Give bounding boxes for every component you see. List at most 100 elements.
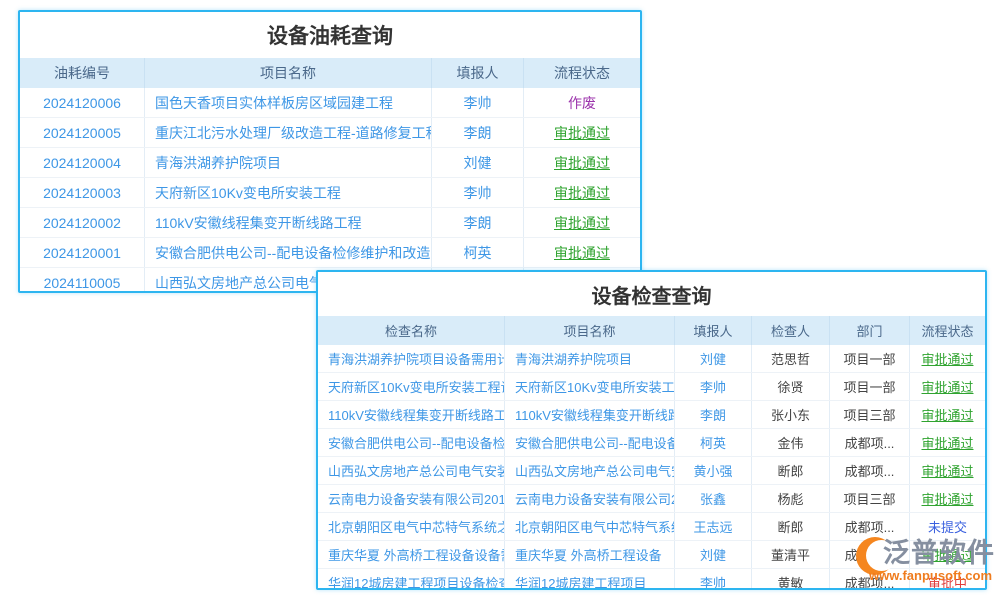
fanpu-website-url: www.fanpusoft.com (869, 568, 992, 583)
inspection-cell-project-link[interactable]: 安徽合肥供电公司--配电设备检修 (505, 429, 675, 456)
fuel-query-window: 设备油耗查询 油耗编号 项目名称 填报人 流程状态 2024120006 国色天… (18, 10, 642, 293)
inspection-cell-reporter: 刘健 (675, 345, 752, 372)
inspection-cell-reporter: 柯英 (675, 429, 752, 456)
inspection-cell-dept: 项目三部 (830, 401, 910, 428)
inspection-col-header-status: 流程状态 (910, 316, 985, 345)
inspection-cell-project-link[interactable]: 北京朝阳区电气中芯特气系统 (505, 513, 675, 540)
inspection-cell-dept: 成都项... (830, 457, 910, 484)
fuel-cell-reporter: 李朗 (432, 118, 524, 147)
fuel-cell-id[interactable]: 2024120001 (20, 238, 145, 267)
inspection-table-row: 110kV安徽线程集变开断线路工程设 110kV安徽线程集变开断线路工程 李朗 … (318, 401, 985, 429)
inspection-table-row: 安徽合肥供电公司--配电设备检修维 安徽合肥供电公司--配电设备检修 柯英 金伟… (318, 429, 985, 457)
fuel-cell-status[interactable]: 审批通过 (524, 148, 640, 177)
fuel-table-header: 油耗编号 项目名称 填报人 流程状态 (20, 58, 640, 88)
inspection-cell-reporter: 黄小强 (675, 457, 752, 484)
inspection-cell-dept: 项目一部 (830, 373, 910, 400)
inspection-cell-project-link[interactable]: 云南电力设备安装有限公司2019 (505, 485, 675, 512)
inspection-cell-inspector: 杨彪 (752, 485, 830, 512)
fuel-table-row: 2024120001 安徽合肥供电公司--配电设备检修维护和改造 柯英 审批通过 (20, 238, 640, 268)
inspection-cell-inspector: 断郎 (752, 457, 830, 484)
fuel-cell-status[interactable]: 作废 (524, 88, 640, 117)
inspection-cell-project-link[interactable]: 天府新区10Kv变电所安装工程 (505, 373, 675, 400)
fuel-cell-status[interactable]: 审批通过 (524, 208, 640, 237)
fuel-cell-reporter: 李帅 (432, 88, 524, 117)
inspection-table-row: 青海洪湖养护院项目设备需用计划 青海洪湖养护院项目 刘健 范思哲 项目一部 审批… (318, 345, 985, 373)
inspection-col-header-reporter: 填报人 (675, 316, 752, 345)
fuel-cell-status[interactable]: 审批通过 (524, 178, 640, 207)
inspection-cell-project-link[interactable]: 华润12城房建工程项目 (505, 569, 675, 590)
inspection-cell-inspector: 徐贤 (752, 373, 830, 400)
inspection-cell-status[interactable]: 审批通过 (910, 345, 985, 372)
fuel-table-row: 2024120003 天府新区10Kv变电所安装工程 李帅 审批通过 (20, 178, 640, 208)
fuel-cell-status[interactable]: 审批通过 (524, 118, 640, 147)
inspection-cell-name-link[interactable]: 天府新区10Kv变电所安装工程设备 (318, 373, 505, 400)
inspection-table-row: 天府新区10Kv变电所安装工程设备 天府新区10Kv变电所安装工程 李帅 徐贤 … (318, 373, 985, 401)
fuel-cell-id[interactable]: 2024120004 (20, 148, 145, 177)
fanpu-brand-text: 泛普软件 (883, 531, 995, 570)
fanpu-watermark: 泛普软件 www.fanpusoft.com (856, 528, 996, 590)
fuel-cell-project-link[interactable]: 安徽合肥供电公司--配电设备检修维护和改造 (145, 238, 432, 267)
inspection-cell-project-link[interactable]: 重庆华夏 外高桥工程设备 (505, 541, 675, 568)
fuel-cell-id[interactable]: 2024120005 (20, 118, 145, 147)
inspection-cell-name-link[interactable]: 华润12城房建工程项目设备检查2 (318, 569, 505, 590)
inspection-cell-name-link[interactable]: 青海洪湖养护院项目设备需用计划 (318, 345, 505, 372)
inspection-cell-project-link[interactable]: 110kV安徽线程集变开断线路工程 (505, 401, 675, 428)
inspection-cell-name-link[interactable]: 110kV安徽线程集变开断线路工程设 (318, 401, 505, 428)
fuel-cell-id[interactable]: 2024110005 (20, 268, 145, 293)
inspection-cell-dept: 项目一部 (830, 345, 910, 372)
fuel-cell-id[interactable]: 2024120003 (20, 178, 145, 207)
inspection-cell-inspector: 断郎 (752, 513, 830, 540)
fuel-table-body: 2024120006 国色天香项目实体样板房区域园建工程 李帅 作废 20241… (20, 88, 640, 293)
inspection-cell-inspector: 张小东 (752, 401, 830, 428)
inspection-cell-name-link[interactable]: 重庆华夏 外高桥工程设备设备需用 (318, 541, 505, 568)
fuel-cell-reporter: 李帅 (432, 178, 524, 207)
inspection-window-title: 设备检查查询 (318, 272, 985, 316)
inspection-table-row: 云南电力设备安装有限公司2019--2 云南电力设备安装有限公司2019 张鑫 … (318, 485, 985, 513)
fuel-table-row: 2024120006 国色天香项目实体样板房区域园建工程 李帅 作废 (20, 88, 640, 118)
inspection-cell-reporter: 张鑫 (675, 485, 752, 512)
inspection-cell-inspector: 董清平 (752, 541, 830, 568)
inspection-cell-status[interactable]: 审批通过 (910, 373, 985, 400)
inspection-cell-reporter: 王志远 (675, 513, 752, 540)
inspection-cell-name-link[interactable]: 山西弘文房地产总公司电气安装工 (318, 457, 505, 484)
inspection-table-row: 山西弘文房地产总公司电气安装工 山西弘文房地产总公司电气安装 黄小强 断郎 成都… (318, 457, 985, 485)
inspection-col-header-inspector: 检查人 (752, 316, 830, 345)
fuel-cell-reporter: 刘健 (432, 148, 524, 177)
fuel-window-title: 设备油耗查询 (20, 12, 640, 58)
fuel-cell-project-link[interactable]: 重庆江北污水处理厂级改造工程-道路修复工程 (145, 118, 432, 147)
fuel-cell-id[interactable]: 2024120006 (20, 88, 145, 117)
fuel-cell-id[interactable]: 2024120002 (20, 208, 145, 237)
inspection-cell-status[interactable]: 审批通过 (910, 457, 985, 484)
inspection-cell-inspector: 范思哲 (752, 345, 830, 372)
fuel-col-header-status: 流程状态 (524, 58, 640, 88)
fuel-cell-project-link[interactable]: 110kV安徽线程集变开断线路工程 (145, 208, 432, 237)
fuel-cell-project-link[interactable]: 国色天香项目实体样板房区域园建工程 (145, 88, 432, 117)
fuel-cell-reporter: 李朗 (432, 208, 524, 237)
fuel-cell-project-link[interactable]: 天府新区10Kv变电所安装工程 (145, 178, 432, 207)
inspection-cell-status[interactable]: 审批通过 (910, 485, 985, 512)
inspection-cell-dept: 项目三部 (830, 485, 910, 512)
inspection-cell-status[interactable]: 审批通过 (910, 429, 985, 456)
inspection-col-header-dept: 部门 (830, 316, 910, 345)
fuel-cell-status[interactable]: 审批通过 (524, 238, 640, 267)
inspection-cell-reporter: 李朗 (675, 401, 752, 428)
fuel-cell-reporter: 柯英 (432, 238, 524, 267)
inspection-cell-name-link[interactable]: 云南电力设备安装有限公司2019--2 (318, 485, 505, 512)
fuel-table-row: 2024120002 110kV安徽线程集变开断线路工程 李朗 审批通过 (20, 208, 640, 238)
inspection-cell-reporter: 李帅 (675, 569, 752, 590)
inspection-cell-reporter: 李帅 (675, 373, 752, 400)
inspection-table-header: 检查名称 项目名称 填报人 检查人 部门 流程状态 (318, 316, 985, 345)
inspection-cell-project-link[interactable]: 山西弘文房地产总公司电气安装 (505, 457, 675, 484)
inspection-cell-dept: 成都项... (830, 429, 910, 456)
inspection-col-header-name: 检查名称 (318, 316, 505, 345)
inspection-cell-name-link[interactable]: 北京朝阳区电气中芯特气系统之GIS (318, 513, 505, 540)
fuel-col-header-reporter: 填报人 (432, 58, 524, 88)
inspection-cell-status[interactable]: 审批通过 (910, 401, 985, 428)
fuel-table-row: 2024120004 青海洪湖养护院项目 刘健 审批通过 (20, 148, 640, 178)
inspection-cell-name-link[interactable]: 安徽合肥供电公司--配电设备检修维 (318, 429, 505, 456)
inspection-cell-reporter: 刘健 (675, 541, 752, 568)
fuel-table-row: 2024120005 重庆江北污水处理厂级改造工程-道路修复工程 李朗 审批通过 (20, 118, 640, 148)
inspection-cell-project-link[interactable]: 青海洪湖养护院项目 (505, 345, 675, 372)
fuel-cell-project-link[interactable]: 青海洪湖养护院项目 (145, 148, 432, 177)
fuel-col-header-project: 项目名称 (145, 58, 432, 88)
